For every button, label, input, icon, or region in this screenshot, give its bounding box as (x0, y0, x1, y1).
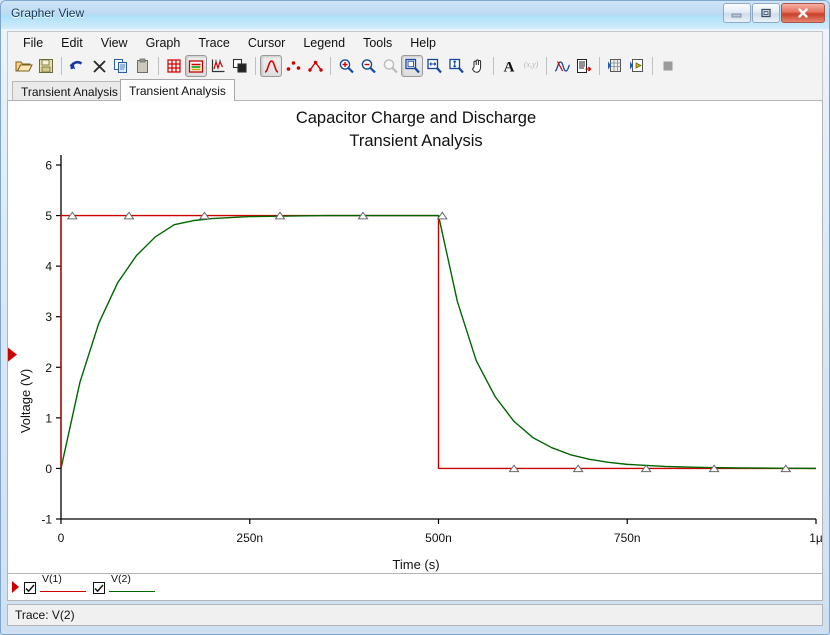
copy-icon[interactable] (110, 55, 132, 77)
legend-checkbox-v1[interactable] (24, 582, 36, 594)
chart-title: Capacitor Charge and Discharge (296, 109, 536, 127)
export-file-icon[interactable] (626, 55, 648, 77)
window-controls (723, 3, 825, 23)
menu-item-cursor[interactable]: Cursor (239, 34, 295, 52)
pan-hand-icon[interactable] (467, 55, 489, 77)
toolbar-separator (546, 57, 547, 75)
svg-text:(x,y): (x,y) (524, 60, 539, 69)
window-title: Grapher View (11, 6, 85, 20)
restore-button[interactable] (752, 3, 780, 23)
svg-text:5: 5 (45, 209, 52, 223)
legend-checkbox-v2[interactable] (93, 582, 105, 594)
status-text: Trace: V(2) (15, 608, 75, 622)
delete-icon[interactable] (88, 55, 110, 77)
toolbar-separator (61, 57, 62, 75)
stop-icon[interactable] (657, 55, 679, 77)
save-icon[interactable] (35, 55, 57, 77)
points-line-style-icon[interactable] (304, 55, 326, 77)
svg-text:750n: 750n (614, 531, 641, 545)
title-bar: Grapher View (1, 1, 829, 29)
x-axis-label: Time (s) (392, 557, 439, 572)
toolbar-separator (599, 57, 600, 75)
menu-item-edit[interactable]: Edit (52, 34, 92, 52)
zoom-in-icon[interactable] (335, 55, 357, 77)
menu-item-help[interactable]: Help (401, 34, 445, 52)
export-grid-icon[interactable] (604, 55, 626, 77)
zoom-vertical-icon[interactable] (445, 55, 467, 77)
legend-selection-marker-icon (12, 581, 19, 593)
plot-series (60, 214, 817, 470)
legend-swatch-v1 (40, 591, 86, 592)
menu-item-tools[interactable]: Tools (354, 34, 401, 52)
grid-icon[interactable] (163, 55, 185, 77)
svg-text:-1: -1 (41, 513, 52, 527)
svg-text:0: 0 (58, 531, 65, 545)
zoom-horizontal-icon[interactable] (423, 55, 445, 77)
svg-text:6: 6 (45, 159, 52, 173)
toolbar-separator (330, 57, 331, 75)
svg-text:250n: 250n (236, 531, 263, 545)
toolbar: A (x,y) (7, 53, 823, 79)
cursor-marker-y[interactable] (8, 347, 17, 362)
toolbar-separator (652, 57, 653, 75)
tab-strip: Transient Analysis Transient Analysis (7, 79, 823, 101)
menu-item-legend[interactable]: Legend (294, 34, 354, 52)
menu-item-trace[interactable]: Trace (189, 34, 239, 52)
paste-icon[interactable] (132, 55, 154, 77)
menu-bar: File Edit View Graph Trace Cursor Legend… (7, 31, 823, 53)
svg-text:3: 3 (45, 310, 52, 324)
legend-entry-v2[interactable]: V(2) (93, 573, 155, 595)
close-button[interactable] (781, 3, 825, 23)
zoom-out-icon[interactable] (357, 55, 379, 77)
svg-text:4: 4 (45, 260, 52, 274)
plot-panel[interactable]: Capacitor Charge and Discharge Transient… (7, 100, 823, 574)
menu-item-file[interactable]: File (14, 34, 52, 52)
tab-transient-analysis-2[interactable]: Transient Analysis (120, 79, 235, 101)
legend-entry-v1[interactable]: V(1) (24, 573, 86, 595)
legend-label-v1: V(1) (42, 573, 62, 585)
legend-icon[interactable] (185, 55, 207, 77)
curve-style-icon[interactable] (260, 55, 282, 77)
undo-icon[interactable] (66, 55, 88, 77)
plot-markers (66, 211, 792, 473)
menu-item-view[interactable]: View (92, 34, 137, 52)
toolbar-separator (493, 57, 494, 75)
open-folder-icon[interactable] (13, 55, 35, 77)
legend-bar: V(1) V(2) (7, 573, 823, 601)
toolbar-separator (158, 57, 159, 75)
grapher-window: Grapher View File Edit View Graph Trace … (0, 0, 830, 635)
y-axis-label: Voltage (V) (18, 369, 33, 433)
axis-icon[interactable] (207, 55, 229, 77)
overlay-icon[interactable] (229, 55, 251, 77)
coordinates-icon[interactable]: (x,y) (520, 55, 542, 77)
cursor-icon[interactable] (551, 55, 573, 77)
plot-axes: -1 0 1 2 3 4 5 6 0 250n 500n 750n 1µ (41, 155, 823, 545)
text-properties-icon[interactable]: A (498, 55, 520, 77)
svg-text:1: 1 (45, 411, 52, 425)
minimize-button[interactable] (723, 3, 751, 23)
svg-text:A: A (504, 60, 515, 75)
chart-subtitle: Transient Analysis (349, 132, 482, 150)
legend-swatch-v2 (109, 591, 155, 592)
status-bar: Trace: V(2) (7, 604, 823, 626)
points-style-icon[interactable] (282, 55, 304, 77)
svg-text:0: 0 (45, 462, 52, 476)
transient-analysis-plot[interactable]: Capacitor Charge and Discharge Transient… (8, 101, 823, 574)
zoom-region-icon[interactable] (401, 55, 423, 77)
properties-icon[interactable] (573, 55, 595, 77)
toolbar-separator (255, 57, 256, 75)
tab-transient-analysis-1[interactable]: Transient Analysis (12, 81, 127, 101)
svg-text:1µ: 1µ (809, 531, 823, 545)
svg-text:2: 2 (45, 361, 52, 375)
zoom-restore-icon[interactable] (379, 55, 401, 77)
menu-item-graph[interactable]: Graph (137, 34, 190, 52)
legend-label-v2: V(2) (111, 573, 131, 585)
svg-text:500n: 500n (425, 531, 452, 545)
